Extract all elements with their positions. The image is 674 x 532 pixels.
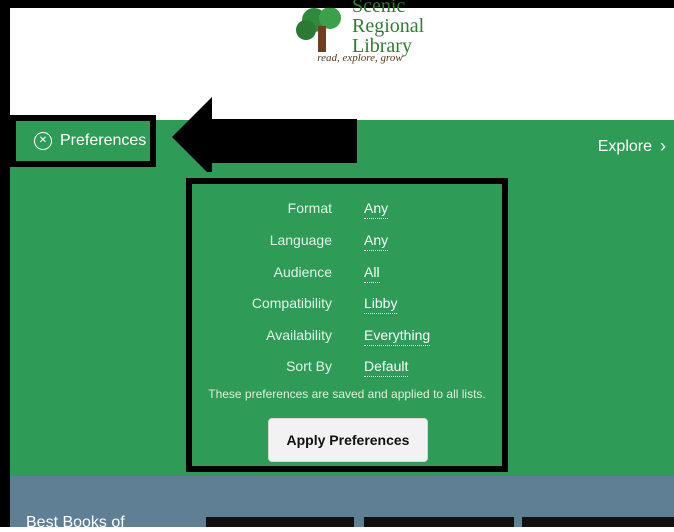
pref-label: Availability	[266, 327, 332, 343]
pref-label: Compatibility	[251, 295, 332, 311]
apply-preferences-button[interactable]: Apply Preferences	[268, 418, 428, 462]
pref-value-compatibility[interactable]: Libby	[364, 295, 398, 314]
preferences-note: These preferences are saved and applied …	[208, 387, 486, 401]
book-card[interactable]	[522, 517, 674, 527]
pref-row-sort-by: Sort By Default	[192, 358, 502, 382]
pref-label: Sort By	[286, 358, 332, 374]
pref-value-audience[interactable]: All	[364, 264, 380, 283]
preferences-panel: Format Any Language Any Audience All Com…	[186, 178, 508, 472]
section-title: Best Books of	[26, 514, 125, 531]
library-name-line2: Regional	[352, 15, 425, 37]
frame-left-border	[0, 0, 10, 527]
pref-row-compatibility: Compatibility Libby	[192, 295, 502, 319]
annotation-arrow	[172, 97, 357, 177]
pref-value-language[interactable]: Any	[364, 232, 389, 251]
library-logo: Scenic Regional Library	[296, 0, 436, 78]
library-name-line1: Scenic	[352, 0, 406, 17]
pref-row-availability: Availability Everything	[192, 327, 502, 351]
preferences-label: Preferences	[60, 132, 147, 149]
book-card[interactable]	[206, 517, 354, 527]
close-circle-icon: ✕	[34, 132, 52, 150]
library-tagline: read, explore, grow	[317, 52, 403, 64]
explore-button[interactable]: Explore ›	[598, 136, 666, 157]
explore-label: Explore	[597, 137, 652, 155]
pref-value-format[interactable]: Any	[364, 200, 389, 219]
pref-row-format: Format Any	[192, 200, 502, 224]
chevron-right-icon: ›	[660, 136, 666, 156]
book-card[interactable]	[364, 517, 514, 527]
pref-value-sort-by[interactable]: Default	[364, 358, 409, 377]
logo-text: Scenic Regional Library	[352, 0, 424, 56]
pref-value-availability[interactable]: Everything	[364, 327, 431, 346]
pref-label: Format	[287, 200, 332, 216]
pref-row-audience: Audience All	[192, 264, 502, 288]
frame-top-border	[0, 0, 674, 8]
pref-label: Language	[269, 232, 332, 248]
preferences-button[interactable]: ✕ Preferences	[10, 115, 156, 167]
pref-label: Audience	[273, 264, 332, 280]
pref-row-language: Language Any	[192, 232, 502, 256]
